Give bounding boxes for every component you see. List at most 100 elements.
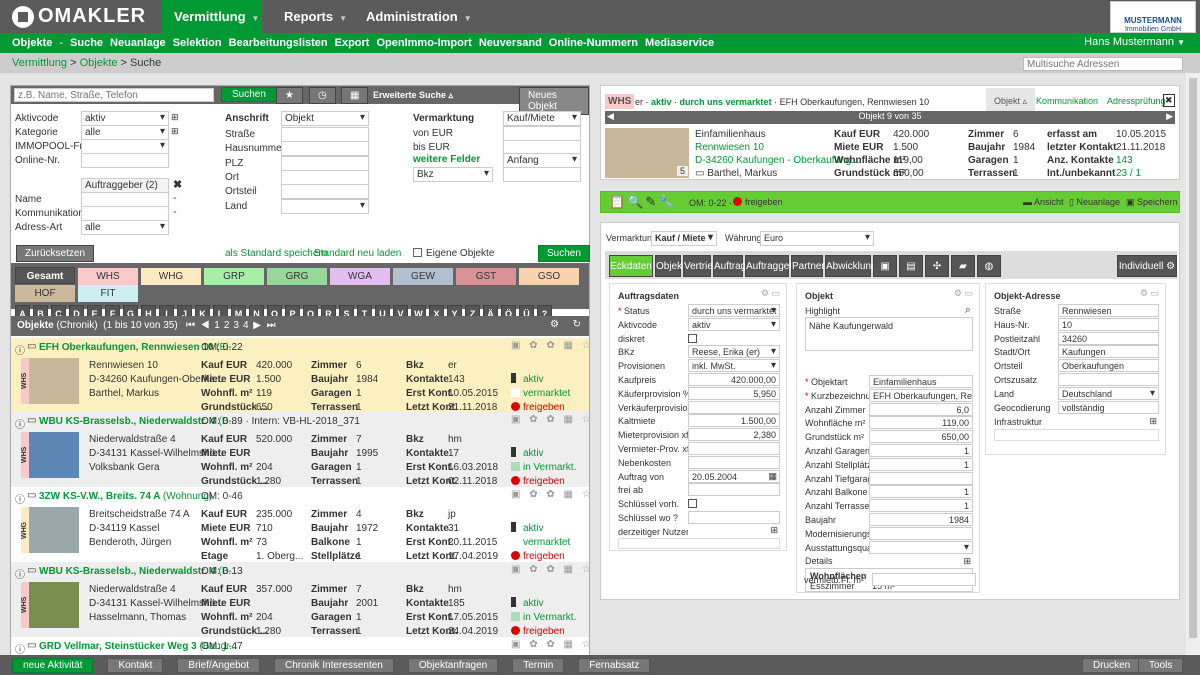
field-anzahl-tiefgarage[interactable] xyxy=(869,471,973,485)
save-standard-link[interactable]: als Standard speichern xyxy=(225,248,327,259)
subnav-bearbeitungslisten[interactable]: Bearbeitungslisten xyxy=(229,37,328,49)
field-grundst-ck-m[interactable]: 650,00 xyxy=(869,430,973,444)
filter-aktivcode[interactable]: aktiv xyxy=(81,111,169,126)
field-provisionen[interactable]: inkl. MwSt. xyxy=(688,359,780,373)
tab-partner[interactable]: Partner xyxy=(791,255,825,277)
list-item[interactable]: ⓘ ▭ GRD Vellmar, Steinstücker Weg 3 (Baugr… xyxy=(11,637,591,657)
field-stadt-ort[interactable]: Kaufungen xyxy=(1058,345,1159,359)
own-objects-checkbox[interactable] xyxy=(413,248,422,257)
search-submit-button[interactable]: Suchen xyxy=(538,245,590,262)
checkbox[interactable] xyxy=(688,333,697,343)
column-settings-icon[interactable]: ⚙ ▭ xyxy=(761,288,780,299)
bottom-brief-angebot[interactable]: Brief/Angebot xyxy=(177,658,261,673)
field-auftrag-von[interactable]: 20.05.2004 ▦ xyxy=(688,469,780,483)
field-objektart[interactable]: Einfamilienhaus xyxy=(869,375,973,388)
header-tab-kommunikation[interactable]: Kommunikation xyxy=(1036,96,1098,106)
category-grp[interactable]: GRP xyxy=(204,268,264,285)
page-link[interactable]: 4 xyxy=(243,320,249,331)
column-settings-icon[interactable]: ⚙ ▭ xyxy=(954,288,973,299)
tab-abwicklung[interactable]: Abwicklung xyxy=(825,255,877,277)
row-icons[interactable]: ▣ ✿ ✿ ▦ ☆ xyxy=(511,489,594,500)
row-icons[interactable]: ▣ ✿ ✿ ▦ ☆ xyxy=(511,564,594,575)
neuanlage-button[interactable]: ▯ Neuanlage xyxy=(1069,197,1120,208)
bottom-chronik-interessenten[interactable]: Chronik Interessenten xyxy=(274,658,394,673)
field-k-uferprovision[interactable]: 5,950 xyxy=(688,386,780,400)
bottom-termin[interactable]: Termin xyxy=(512,658,565,673)
infra-field[interactable] xyxy=(994,429,1159,441)
filter-adress-art[interactable]: alle xyxy=(81,220,169,235)
row-icons[interactable]: ▣ ✿ ✿ ▦ ☆ xyxy=(511,639,594,650)
subnav-selektion[interactable]: Selektion xyxy=(173,37,222,49)
bkz-select[interactable]: Bkz xyxy=(413,167,493,182)
category-gesamt[interactable]: Gesamt xyxy=(15,267,75,284)
field-stra-e[interactable]: Rennwiesen xyxy=(1058,304,1159,317)
filter-stra-e[interactable] xyxy=(281,127,369,142)
prev-page-icon[interactable]: ◀ xyxy=(201,320,210,331)
filter-name[interactable] xyxy=(81,192,169,207)
tab-globe-icon[interactable]: ◍ xyxy=(977,255,1001,277)
folder-icon[interactable]: ▭ xyxy=(27,415,36,426)
folder-icon[interactable]: ▭ xyxy=(27,640,36,651)
calendar-icon[interactable]: ▦ xyxy=(768,471,777,482)
search-button[interactable]: Suchen xyxy=(221,87,277,102)
anschrift-select[interactable]: Objekt xyxy=(281,111,369,126)
highlight-textarea[interactable]: Nähe Kaufungerwald xyxy=(805,317,973,351)
tab-image-icon[interactable]: ▣ xyxy=(873,255,897,277)
folder-icon[interactable]: ▭ xyxy=(27,490,36,501)
bottom-drucken[interactable]: Drucken xyxy=(1082,658,1142,673)
subnav-objekte[interactable]: Objekte xyxy=(12,37,52,49)
field-anzahl-garagen[interactable]: 1 xyxy=(869,444,973,457)
vermarktung-select[interactable]: Kauf/Miete xyxy=(503,111,581,126)
field-mieterprovision-xf[interactable]: 2,380 xyxy=(688,428,780,442)
filter-ortsteil[interactable] xyxy=(281,184,369,200)
search-icon[interactable]: ⌕ xyxy=(965,304,971,317)
bottom-fernabsatz[interactable]: Fernabsatz xyxy=(578,658,651,673)
info-line[interactable]: Rennwiesen 10 xyxy=(695,142,764,153)
settings-gears-icon[interactable]: ⚙ xyxy=(550,319,559,330)
close-icon[interactable]: ✖ xyxy=(173,178,182,191)
field-status[interactable]: durch uns vermarktet xyxy=(688,304,780,317)
category-gso[interactable]: GSO xyxy=(519,268,579,285)
list-item[interactable]: ⓘ ▭ WBU KS-Brasselsb., Niederwaldstr. 4 (B… xyxy=(11,412,591,487)
crumb-vermittlung[interactable]: Vermittlung xyxy=(12,57,67,69)
vermarktung-select[interactable]: Kauf / Miete xyxy=(651,231,717,246)
filter-hausnummer[interactable] xyxy=(281,141,369,157)
expand-icon[interactable]: ⊞ xyxy=(770,525,778,536)
list-item[interactable]: ⓘ ▭ WBU KS-Brasselsb., Niederwaldstr. 4 (B… xyxy=(11,562,591,637)
subnav-online-nummern[interactable]: Online-Nummern xyxy=(549,37,638,49)
field-postleitzahl[interactable]: 34260 xyxy=(1058,331,1159,345)
tab-individuell[interactable]: Individuell ⚙ xyxy=(1117,255,1177,277)
filter-kategorie[interactable]: alle xyxy=(81,125,169,140)
price-from-input[interactable] xyxy=(503,126,581,141)
category-gst[interactable]: GST xyxy=(456,268,516,285)
first-page-icon[interactable]: ⏮ xyxy=(186,320,195,331)
bottom-neue-aktivit-t[interactable]: neue Aktivität xyxy=(12,658,94,673)
crumb-objekte[interactable]: Objekte xyxy=(80,57,118,69)
category-gew[interactable]: GEW xyxy=(393,268,453,285)
field-anzahl-stellpl-tze[interactable]: 1 xyxy=(869,457,973,471)
prev-object-icon[interactable]: ◀ xyxy=(607,111,614,122)
subnav-neuanlage[interactable]: Neuanlage xyxy=(110,37,166,49)
remove-icon[interactable]: - xyxy=(173,206,177,218)
field-land[interactable]: Deutschland xyxy=(1058,386,1159,400)
field-nebenkosten[interactable] xyxy=(688,455,780,469)
tab-auftraggeber[interactable]: Auftraggeber xyxy=(745,255,804,277)
tab-auftrag[interactable]: Auftrag xyxy=(713,255,746,277)
tab-eckdaten[interactable]: Eckdaten xyxy=(609,255,653,277)
more-fields-link[interactable]: weitere Felder xyxy=(413,154,480,165)
subnav-mediaservice[interactable]: Mediaservice xyxy=(645,37,714,49)
remove-icon[interactable]: - xyxy=(173,192,177,204)
reset-button[interactable]: Zurücksetzen xyxy=(16,245,95,262)
expand-icon[interactable]: ⊞ xyxy=(963,556,971,567)
subnav-suche[interactable]: Suche xyxy=(70,37,103,49)
close-icon[interactable]: ✖ xyxy=(1163,94,1175,107)
tab-vertrieb[interactable]: Vertrieb xyxy=(683,255,718,277)
list-item[interactable]: ⓘ ▭ 3ZW KS-V.W., Breits. 74 A (Wohnung) OM:… xyxy=(11,487,591,562)
page-link[interactable]: 2 xyxy=(224,320,230,331)
category-hof[interactable]: HOF xyxy=(15,285,75,302)
category-whs[interactable]: WHS xyxy=(78,268,138,285)
field-vermieter-prov-xf[interactable] xyxy=(688,442,780,455)
field-baujahr[interactable]: 1984 xyxy=(869,513,973,526)
logo[interactable]: OMAKLER xyxy=(12,5,146,28)
bkz-input[interactable] xyxy=(503,167,581,182)
